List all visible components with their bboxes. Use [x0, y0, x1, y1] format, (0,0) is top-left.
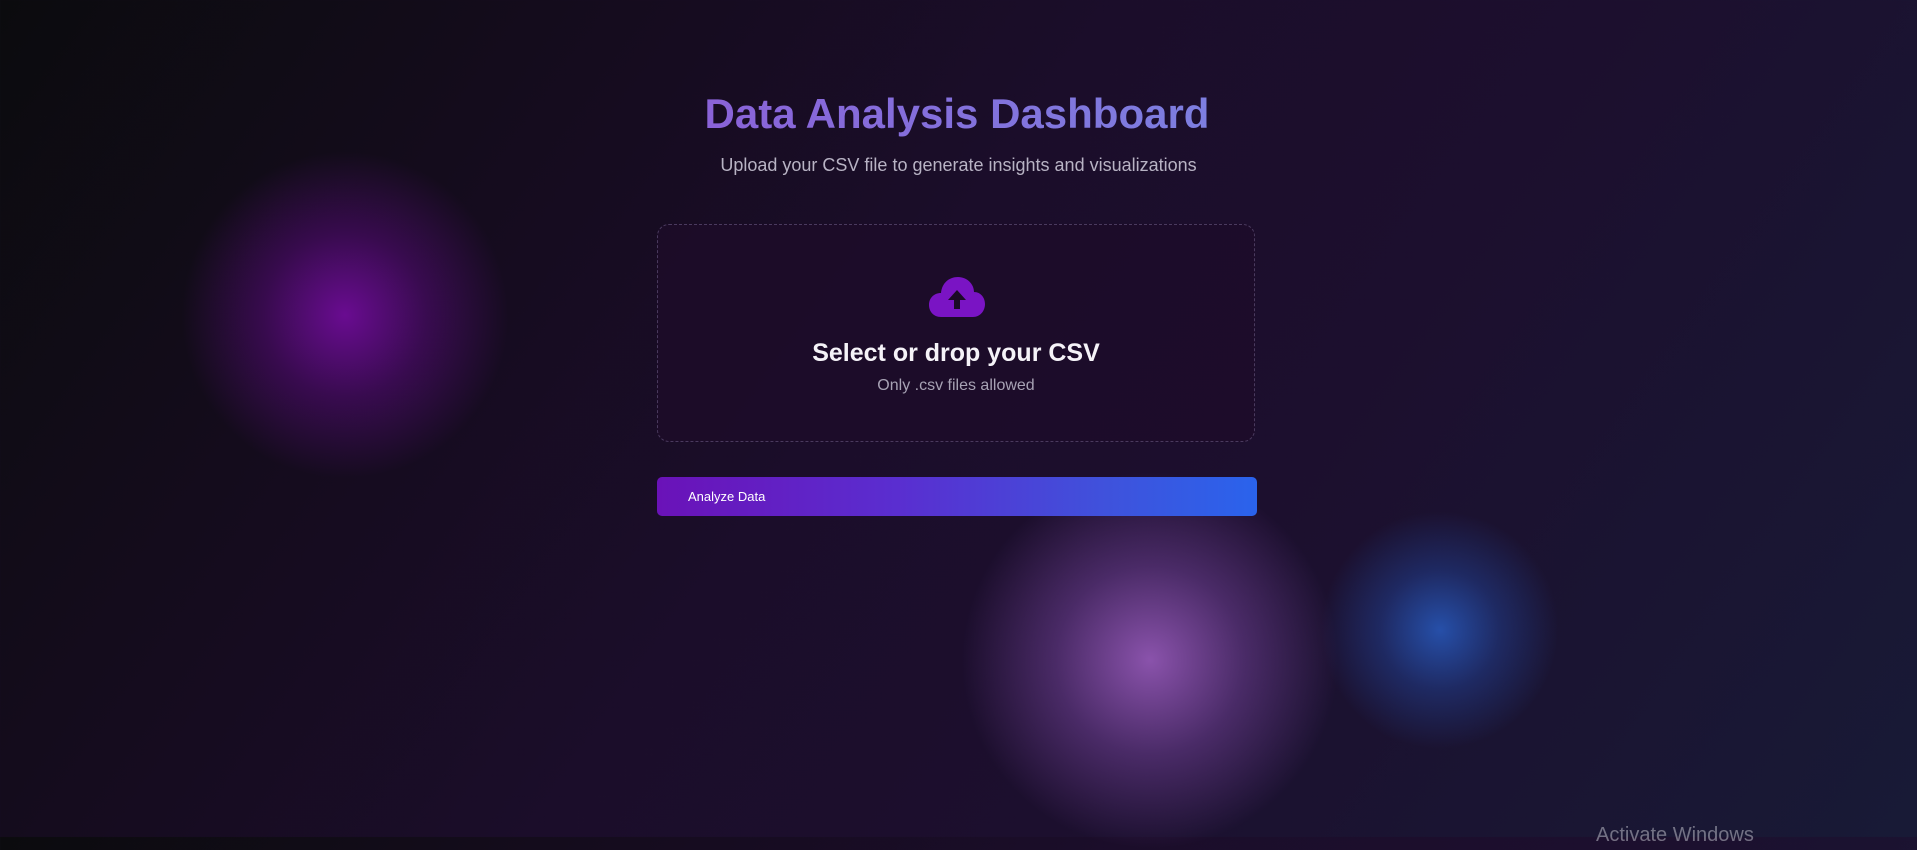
page-subtitle: Upload your CSV file to generate insight…: [720, 155, 1197, 175]
dropzone-title: Select or drop your CSV: [812, 339, 1100, 367]
page-title: Data Analysis Dashboard: [697, 88, 1217, 140]
background-glow-blue: [1320, 510, 1560, 750]
csv-dropzone[interactable]: Select or drop your CSV Only .csv files …: [657, 224, 1255, 442]
cloud-upload-icon: [927, 275, 987, 319]
dropzone-hint: Only .csv files allowed: [877, 377, 1035, 394]
analyze-data-button[interactable]: Analyze Data: [657, 477, 1257, 516]
background-glow-purple: [180, 150, 510, 480]
background-glow-pink: [960, 470, 1340, 850]
activate-windows-watermark: Activate Windows: [1596, 824, 1754, 846]
